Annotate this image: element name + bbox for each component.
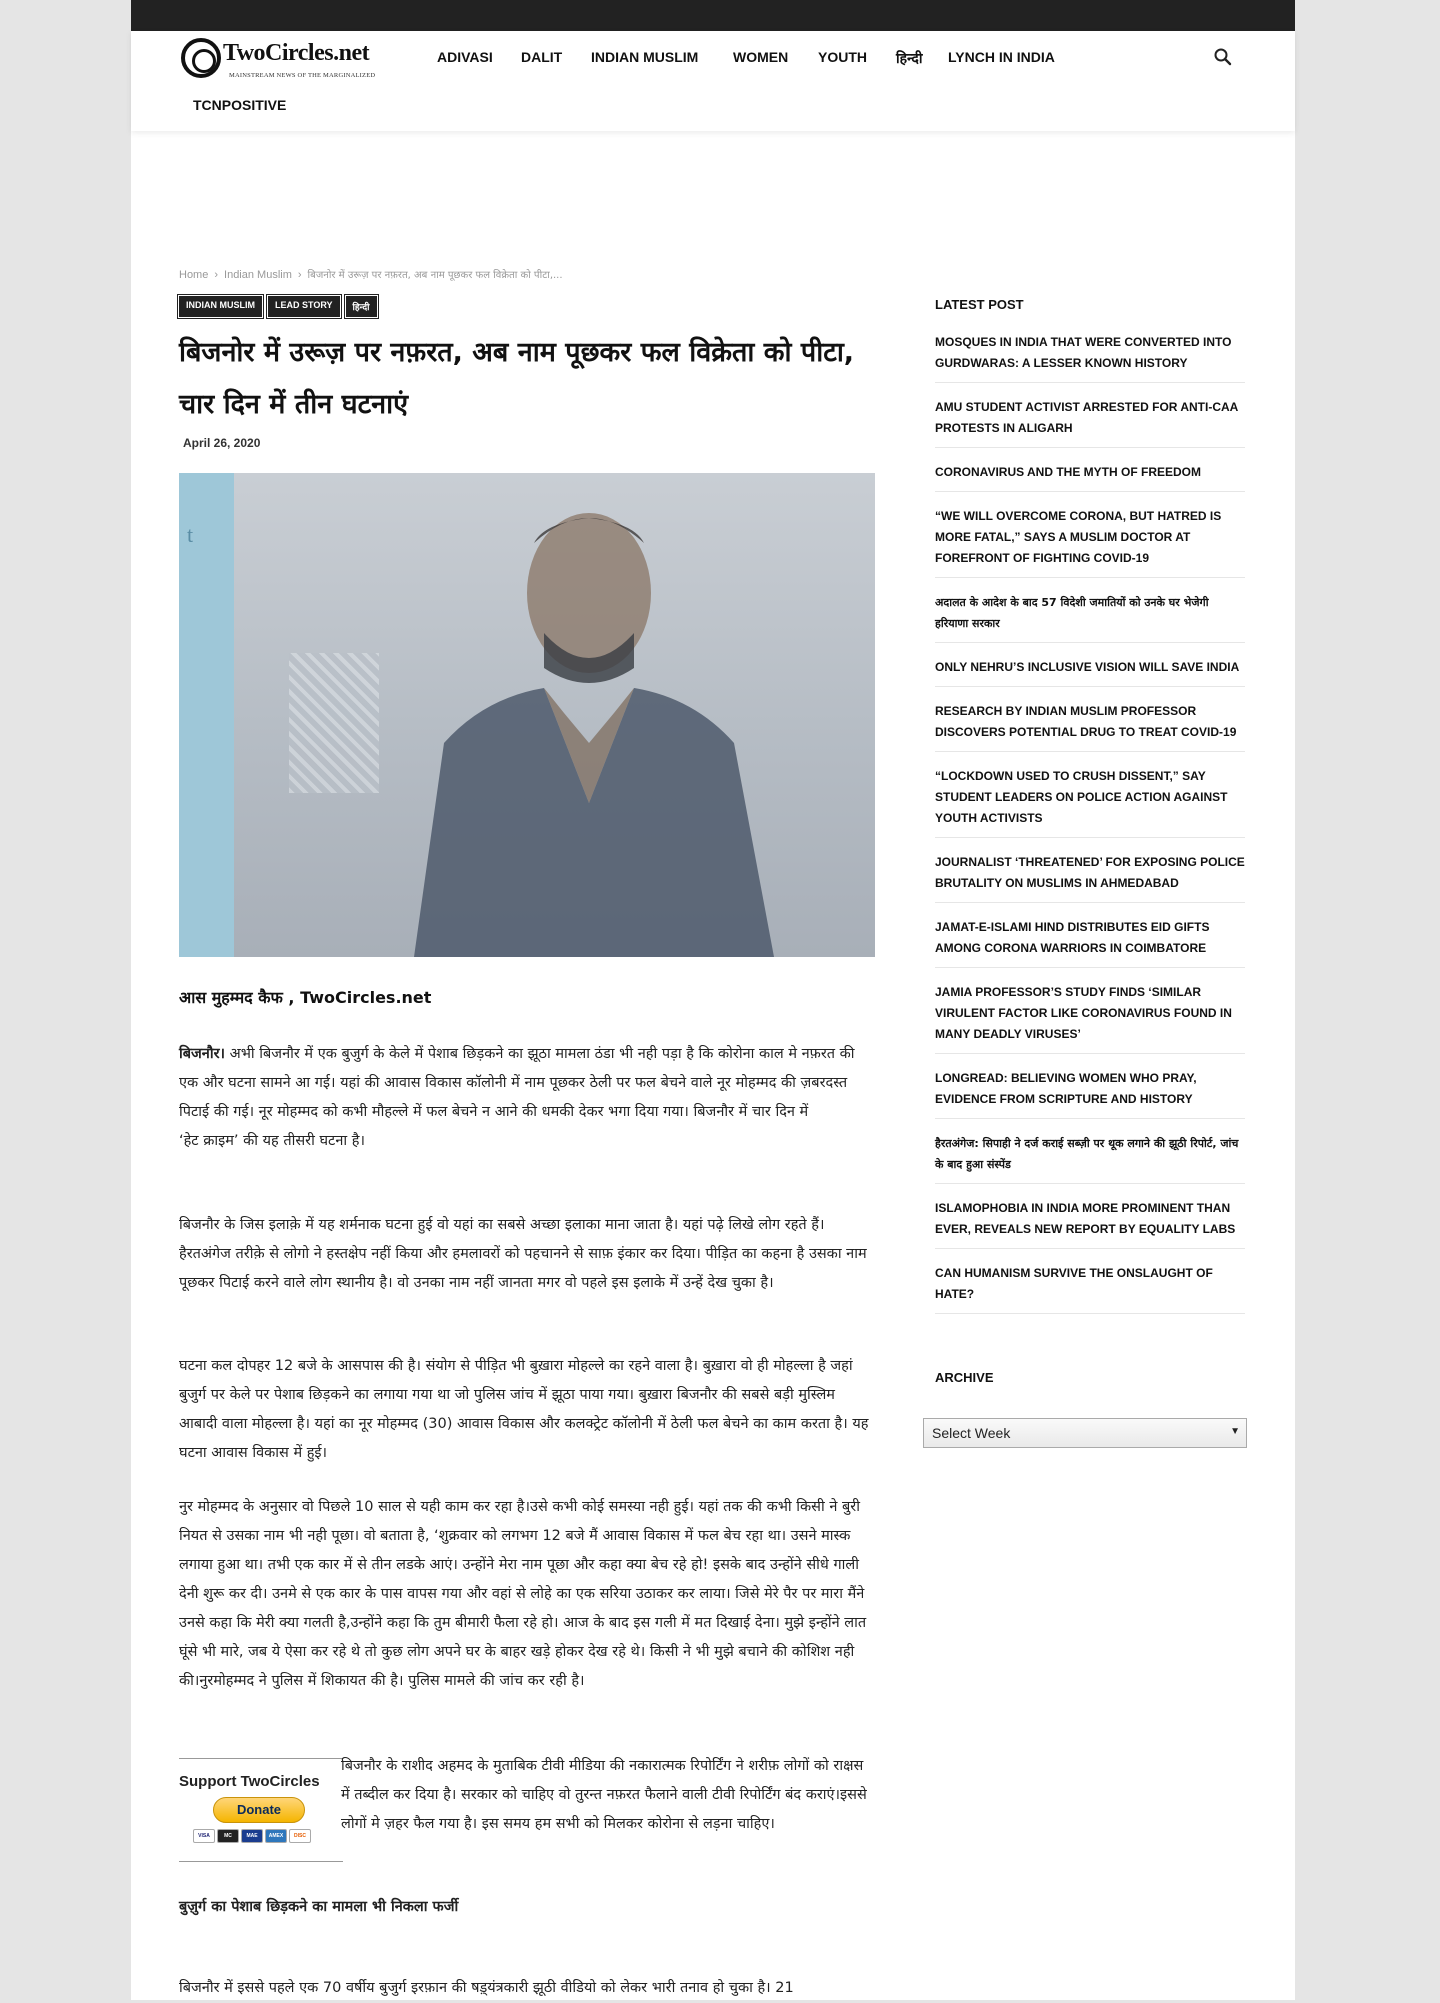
mastercard-icon: MC: [217, 1829, 239, 1843]
archive-select[interactable]: Select Week ▼: [923, 1418, 1247, 1448]
nav-item-indian-muslim[interactable]: INDIAN MUSLIM: [591, 49, 698, 65]
hero-sign-text: t: [187, 522, 194, 547]
latest-post-link[interactable]: JAMIA PROFESSOR’S STUDY FINDS ‘SIMILAR V…: [935, 980, 1245, 1054]
latest-post-link[interactable]: “LOCKDOWN USED TO CRUSH DISSENT,” SAY ST…: [935, 764, 1245, 838]
latest-post-link[interactable]: “WE WILL OVERCOME CORONA, BUT HATRED IS …: [935, 504, 1245, 578]
support-title: Support TwoCircles: [179, 1773, 320, 1790]
article-paragraph-1: बिजनौर। अभी बिजनौर में एक बुजुर्ग के केल…: [179, 1040, 875, 1156]
breadcrumb-category[interactable]: Indian Muslim: [224, 269, 292, 281]
amex-icon: AMEX: [265, 1829, 287, 1843]
logo-tagline: MAINSTREAM NEWS OF THE MARGINALIZED: [229, 72, 376, 79]
dateline: बिजनौर।: [179, 1046, 226, 1062]
latest-post-link[interactable]: ONLY NEHRU’S INCLUSIVE VISION WILL SAVE …: [935, 655, 1245, 687]
article-byline: आस मुहम्मद कैफ , TwoCircles.net: [179, 988, 432, 1007]
article-paragraph-3: घटना कल दोपहर 12 बजे के आसपास की है। संय…: [179, 1358, 869, 1461]
page: TwoCircles.net MAINSTREAM NEWS OF THE MA…: [131, 0, 1295, 2000]
tag-indian-muslim[interactable]: INDIAN MUSLIM: [177, 294, 264, 319]
tag-hindi[interactable]: हिन्दी: [343, 294, 379, 319]
latest-post-link[interactable]: हैरतअंगेज: सिपाही ने दर्ज कराई सब्ज़ी पर…: [935, 1131, 1245, 1184]
paragraph-1-tail: ‘हेट क्राइम’ की यह तीसरी घटना है।: [179, 1133, 365, 1149]
breadcrumb-separator: ›: [214, 269, 219, 281]
breadcrumb-separator: ›: [297, 269, 302, 281]
payment-cards: VISA MC MAE AMEX DISC: [193, 1829, 311, 1843]
search-icon[interactable]: [1211, 45, 1235, 69]
latest-post-list: MOSQUES IN INDIA THAT WERE CONVERTED INT…: [935, 330, 1245, 1326]
nav-item-hindi[interactable]: हिन्दी: [896, 49, 922, 68]
nav-item-youth[interactable]: YOUTH: [818, 49, 867, 65]
latest-post-link[interactable]: CORONAVIRUS AND THE MYTH OF FREEDOM: [935, 460, 1245, 492]
article-hero-image: t: [179, 473, 875, 957]
nav-item-lynch-in-india[interactable]: LYNCH IN INDIA: [948, 49, 1055, 65]
nav-item-dalit[interactable]: DALIT: [521, 49, 562, 65]
nav-item-adivasi[interactable]: ADIVASI: [437, 49, 493, 65]
article-date: April 26, 2020: [183, 436, 261, 450]
breadcrumb-current: बिजनोर में उरूज़ पर नफ़रत, अब नाम पूछकर …: [307, 270, 563, 281]
logo-circles-icon: [181, 38, 221, 78]
logo-text: TwoCircles.net: [223, 40, 370, 66]
latest-post-link[interactable]: JAMAT-E-ISLAMI HIND DISTRIBUTES EID GIFT…: [935, 915, 1245, 968]
article-paragraph-5: बिजनौर के राशीद अहमद के मुताबिक टीवी मीड…: [341, 1758, 867, 1832]
latest-post-link[interactable]: RESEARCH BY INDIAN MUSLIM PROFESSOR DISC…: [935, 699, 1245, 752]
latest-post-link[interactable]: ISLAMOPHOBIA IN INDIA MORE PROMINENT THA…: [935, 1196, 1245, 1249]
donate-button[interactable]: Donate: [213, 1797, 305, 1823]
paragraph-1-text: अभी बिजनौर में एक बुजुर्ग के केले में पे…: [179, 1046, 855, 1120]
breadcrumb-home[interactable]: Home: [179, 269, 208, 281]
latest-post-link[interactable]: JOURNALIST ‘THREATENED’ FOR EXPOSING POL…: [935, 850, 1245, 903]
top-bar: [131, 0, 1295, 31]
site-logo[interactable]: TwoCircles.net MAINSTREAM NEWS OF THE MA…: [181, 36, 391, 84]
article-paragraph-4: नुर मोहम्मद के अनुसार वो पिछले 10 साल से…: [179, 1499, 867, 1689]
tag-lead-story[interactable]: LEAD STORY: [266, 294, 342, 319]
nav-item-tcnpositive[interactable]: TCNPOSITIVE: [193, 97, 286, 113]
breadcrumb: Home › Indian Muslim › बिजनोर में उरूज़ पर न…: [179, 267, 563, 281]
archive-select-value: Select Week: [932, 1425, 1011, 1441]
discover-icon: DISC: [289, 1829, 311, 1843]
latest-post-link[interactable]: अदालत के आदेश के बाद 57 विदेशी जमातियों …: [935, 590, 1245, 643]
hero-shop-sign: t: [179, 473, 234, 957]
archive-heading: ARCHIVE: [935, 1370, 994, 1385]
chevron-down-icon: ▼: [1230, 1426, 1240, 1437]
article-tags: INDIAN MUSLIM LEAD STORY हिन्दी: [177, 294, 379, 319]
latest-post-link[interactable]: AMU STUDENT ACTIVIST ARRESTED FOR ANTI-C…: [935, 395, 1245, 448]
site-header: TwoCircles.net MAINSTREAM NEWS OF THE MA…: [131, 31, 1295, 131]
latest-post-link[interactable]: LONGREAD: BELIEVING WOMEN WHO PRAY, EVID…: [935, 1066, 1245, 1119]
latest-post-link[interactable]: MOSQUES IN INDIA THAT WERE CONVERTED INT…: [935, 330, 1245, 383]
article-paragraph-2: बिजनौर के जिस इलाक़े में यह शर्मनाक घटना…: [179, 1217, 867, 1291]
latest-post-link[interactable]: CAN HUMANISM SURVIVE THE ONSLAUGHT OF HA…: [935, 1261, 1245, 1314]
hero-window-grille: [289, 653, 379, 793]
hero-person-photo: [414, 513, 774, 957]
visa-card-icon: VISA: [193, 1829, 215, 1843]
support-widget: Support TwoCircles Donate VISA MC MAE AM…: [179, 1758, 343, 1862]
article-title: बिजनोर में उरूज़ पर नफ़रत, अब नाम पूछकर …: [179, 337, 855, 420]
maestro-icon: MAE: [241, 1829, 263, 1843]
article-subheading: बुज़ुर्ग का पेशाब छिड़कने का मामला भी नि…: [179, 1899, 459, 1915]
article-paragraph-6: बिजनौर में इससे पहले एक 70 वर्षीय बुजुर्…: [179, 1980, 794, 1996]
nav-item-women[interactable]: WOMEN: [733, 49, 788, 65]
latest-post-heading: LATEST POST: [935, 297, 1024, 312]
